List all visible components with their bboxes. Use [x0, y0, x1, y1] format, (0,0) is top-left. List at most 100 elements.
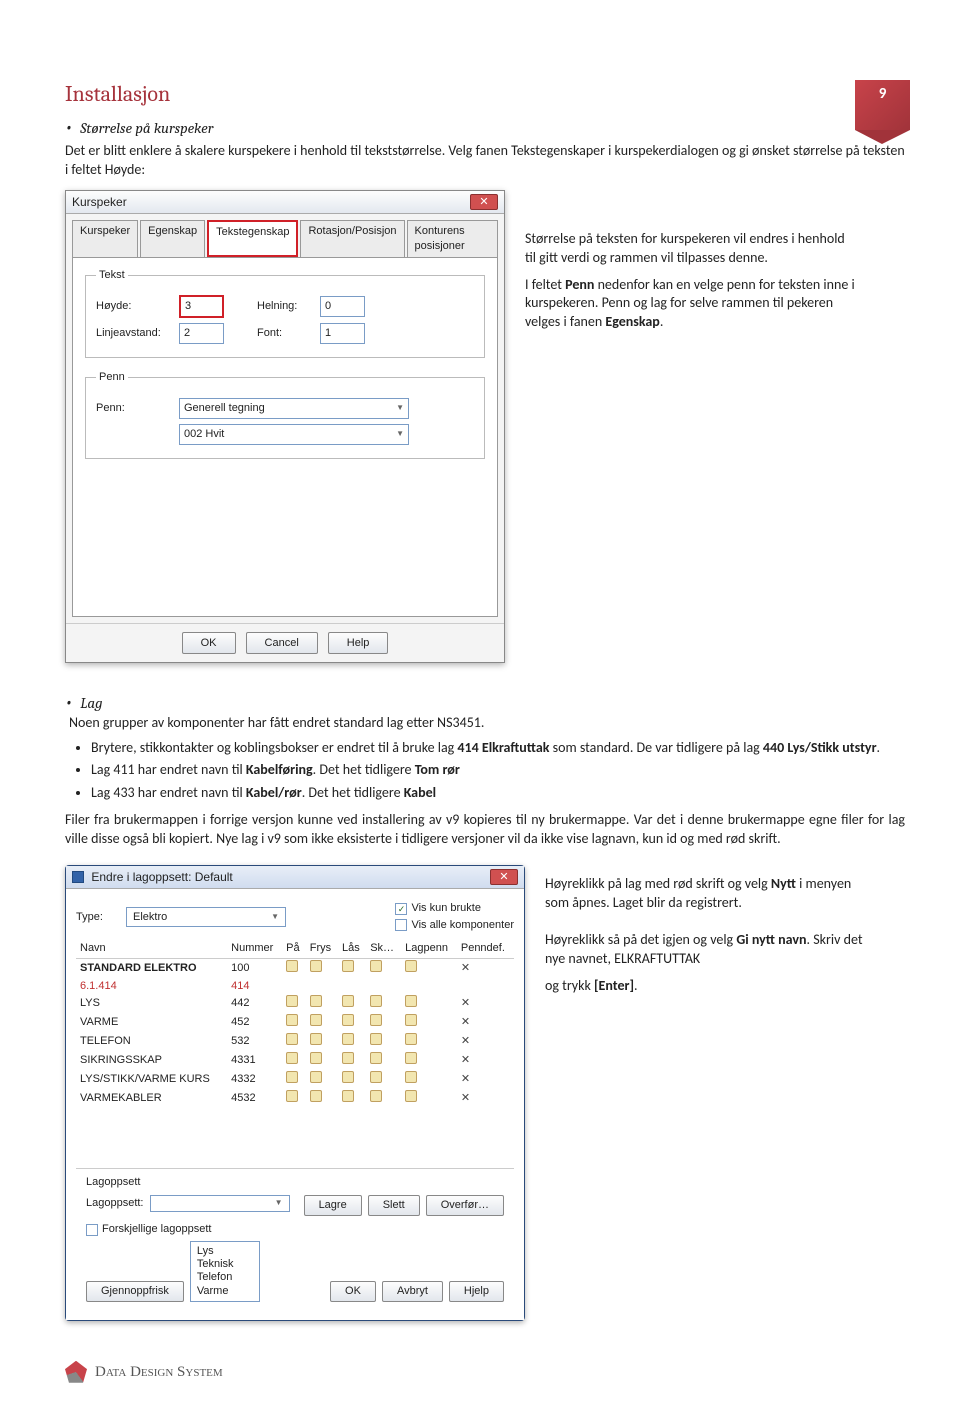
hoyde-input[interactable]: 3	[179, 295, 224, 318]
penndef-icon: ✕	[461, 1073, 470, 1085]
table-row[interactable]: VARMEKABLER4532✕	[76, 1089, 514, 1108]
list-item[interactable]: Telefon	[197, 1271, 253, 1284]
table-header: Penndef.	[457, 939, 514, 958]
table-header: Sk…	[366, 939, 401, 958]
tab-kurspeker[interactable]: Kurspeker	[72, 220, 138, 257]
layer-status-icon	[342, 1052, 354, 1064]
table-row[interactable]: STANDARD ELEKTRO100✕	[76, 958, 514, 977]
subheading-lag: • Lag	[65, 693, 905, 713]
layer-status-icon	[370, 995, 382, 1007]
table-row[interactable]: TELEFON532✕	[76, 1032, 514, 1051]
layer-status-icon	[286, 960, 298, 972]
footer-text: Data Design System	[95, 1362, 223, 1382]
type-label: Type:	[76, 910, 118, 925]
table-row[interactable]: SIKRINGSSKAP4331✕	[76, 1051, 514, 1070]
logo-icon	[65, 1361, 87, 1383]
layer-status-icon	[405, 1014, 417, 1026]
helning-input[interactable]: 0	[320, 296, 365, 317]
layer-status-icon	[286, 1090, 298, 1102]
dialog-titlebar: Kurspeker ✕	[66, 191, 504, 214]
avbryt-button[interactable]: Avbryt	[382, 1281, 443, 1302]
layer-status-icon	[286, 995, 298, 1007]
layer-status-icon	[405, 1090, 417, 1102]
dialog-titlebar: Endre i lagoppsett: Default ✕	[66, 866, 524, 889]
helning-label: Helning:	[257, 299, 312, 314]
subheading-kurspeker: • Størrelse på kurspeker	[65, 118, 905, 138]
slett-button[interactable]: Slett	[368, 1195, 420, 1216]
layer-status-icon	[310, 1033, 322, 1045]
layer-status-icon	[370, 1014, 382, 1026]
font-label: Font:	[257, 326, 312, 341]
help-button[interactable]: Help	[328, 632, 389, 655]
layer-status-icon	[405, 960, 417, 972]
viskun-checkbox[interactable]: ✓Vis kun brukte	[395, 901, 514, 916]
bullet-icon: •	[65, 117, 73, 138]
group-tekst: Tekst Høyde: 3 Helning: 0 Linjeavstand: …	[85, 268, 485, 359]
section-heading: Installasjon	[65, 80, 905, 110]
tab-strip: Kurspeker Egenskap Tekstegenskap Rotasjo…	[66, 214, 504, 257]
table-header: Frys	[306, 939, 338, 958]
list-item[interactable]: Varme	[197, 1285, 253, 1298]
close-button[interactable]: ✕	[490, 869, 518, 885]
layer-status-icon	[370, 1033, 382, 1045]
table-row[interactable]: LYS/STIKK/VARME KURS4332✕	[76, 1070, 514, 1089]
side-text-2: Høyreklikk på lag med rød skrift og velg…	[545, 865, 875, 1003]
penndef-icon: ✕	[461, 1054, 470, 1066]
layer-status-icon	[370, 960, 382, 972]
linjeavstand-label: Linjeavstand:	[96, 326, 171, 341]
linjeavstand-input[interactable]: 2	[179, 323, 224, 344]
group-penn: Penn Penn: Generell tegning ▼ 002 Hvit ▼	[85, 370, 485, 459]
lagoppsett-dialog: Endre i lagoppsett: Default ✕ Type: Elek…	[65, 865, 525, 1321]
tab-egenskap[interactable]: Egenskap	[140, 220, 205, 257]
list-item[interactable]: Lys	[197, 1245, 253, 1258]
hjelp-button[interactable]: Hjelp	[449, 1281, 504, 1302]
chevron-down-icon: ▼	[396, 403, 404, 414]
close-button[interactable]: ✕	[470, 194, 498, 210]
penn-select[interactable]: Generell tegning ▼	[179, 398, 409, 419]
layer-status-icon	[370, 1052, 382, 1064]
chevron-down-icon: ▼	[275, 1198, 283, 1209]
ok-button[interactable]: OK	[330, 1281, 376, 1302]
forskjellige-checkbox[interactable]: Forskjellige lagoppsett	[86, 1222, 260, 1237]
layer-status-icon	[310, 1071, 322, 1083]
lagoppsett-list[interactable]: LysTekniskTelefonVarme	[190, 1241, 260, 1302]
page-number-tab: 9	[855, 80, 910, 130]
list-item[interactable]: Teknisk	[197, 1258, 253, 1271]
penn-label: Penn:	[96, 401, 171, 416]
list-item: Lag 411 har endret navn til Kabelføring.…	[91, 761, 905, 780]
layer-status-icon	[342, 1071, 354, 1083]
lag-bullet-list: Brytere, stikkontakter og koblingsbokser…	[65, 739, 905, 804]
tab-tekstegenskap[interactable]: Tekstegenskap	[207, 220, 298, 257]
layer-status-icon	[286, 1052, 298, 1064]
layer-status-icon	[310, 1090, 322, 1102]
penndef-icon: ✕	[461, 1016, 470, 1028]
lagre-button[interactable]: Lagre	[304, 1195, 362, 1216]
layer-status-icon	[405, 1052, 417, 1064]
lag-intro: Noen grupper av komponenter har fått end…	[69, 714, 905, 733]
ok-button[interactable]: OK	[182, 632, 236, 655]
table-row[interactable]: VARME452✕	[76, 1013, 514, 1032]
cancel-button[interactable]: Cancel	[246, 632, 318, 655]
layer-status-icon	[310, 995, 322, 1007]
gjennoppfrisk-button[interactable]: Gjennoppfrisk	[86, 1281, 184, 1302]
tab-kontur[interactable]: Konturens posisjoner	[407, 220, 498, 257]
font-input[interactable]: 1	[320, 323, 365, 344]
dialog-title: Endre i lagoppsett: Default	[91, 870, 232, 884]
layer-status-icon	[405, 1033, 417, 1045]
type-select[interactable]: Elektro ▼	[126, 907, 286, 928]
visalle-checkbox[interactable]: Vis alle komponenter	[395, 918, 514, 933]
list-item: Lag 433 har endret navn til Kabel/rør. D…	[91, 784, 905, 803]
table-header: Lagpenn	[401, 939, 457, 958]
layer-status-icon	[342, 995, 354, 1007]
layer-status-icon	[310, 1014, 322, 1026]
layer-status-icon	[310, 960, 322, 972]
layer-status-icon	[286, 1033, 298, 1045]
layer-status-icon	[342, 1014, 354, 1026]
table-row[interactable]: 6.1.414414	[76, 978, 514, 995]
lagoppsett-select[interactable]: ▼	[150, 1195, 290, 1212]
overfor-button[interactable]: Overfør…	[426, 1195, 504, 1216]
bullet-icon: •	[65, 692, 73, 713]
table-row[interactable]: LYS442✕	[76, 994, 514, 1013]
tab-rotasjon[interactable]: Rotasjon/Posisjon	[300, 220, 404, 257]
penn2-select[interactable]: 002 Hvit ▼	[179, 424, 409, 445]
